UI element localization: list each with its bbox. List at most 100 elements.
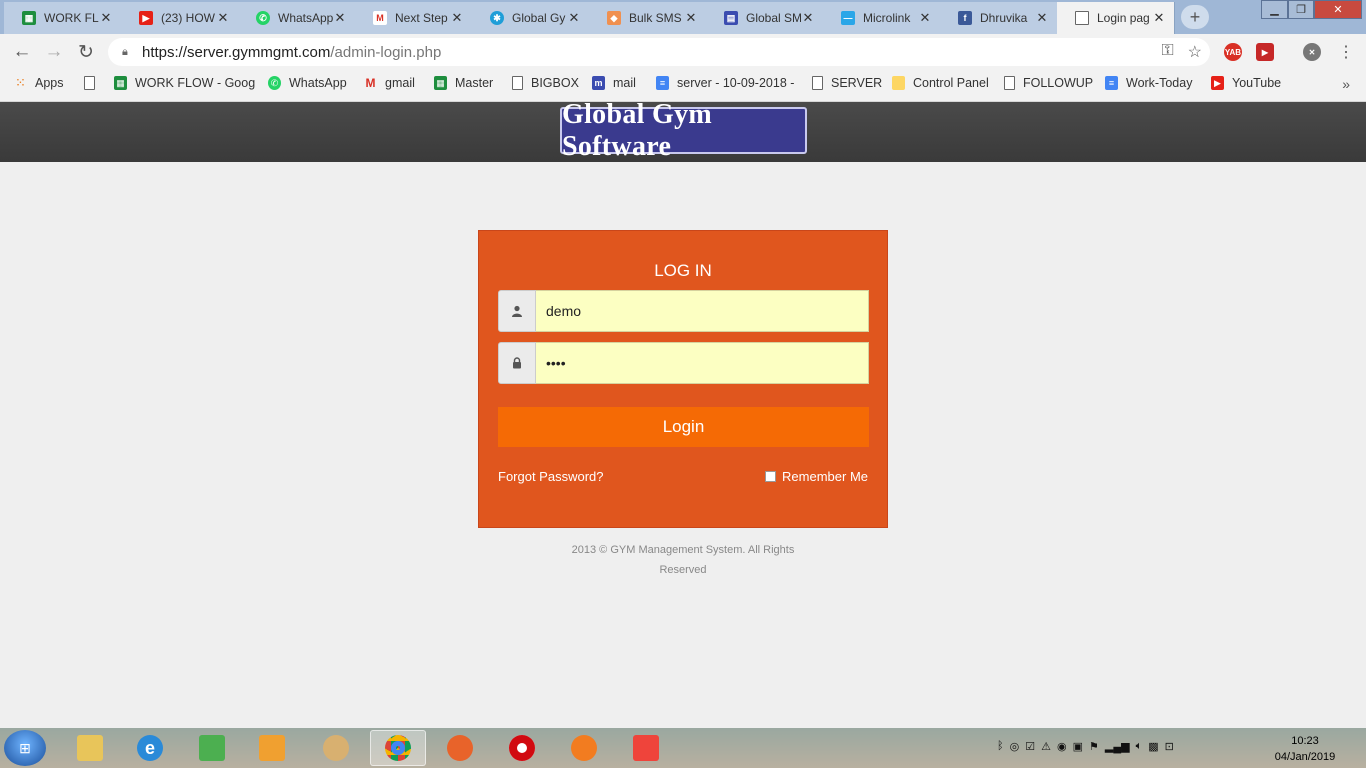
checklist-icon[interactable]: ☑ xyxy=(1025,740,1035,753)
bookmark-label: SERVER xyxy=(831,76,883,90)
page-icon xyxy=(84,76,95,90)
bookmark-gmail[interactable]: M gmail xyxy=(364,76,415,90)
signal-icon[interactable]: ▂▄▆ xyxy=(1105,740,1130,753)
paint-icon[interactable] xyxy=(308,730,364,766)
close-tab-icon[interactable]: ✕ xyxy=(99,10,113,26)
bookmark-followup[interactable]: FOLLOWUP xyxy=(1004,76,1093,90)
new-tab-button[interactable]: + xyxy=(1181,5,1209,29)
password-input[interactable]: •••• xyxy=(536,342,869,384)
address-bar[interactable]: 🔒︎ https://server.gymmgmt.com/admin-logi… xyxy=(108,38,1210,66)
bookmark-server[interactable]: SERVER xyxy=(812,76,882,90)
yab-extension-icon[interactable]: YAB xyxy=(1224,43,1242,61)
blocked-extension-icon[interactable]: ✕ xyxy=(1303,43,1321,61)
bookmark-youtube[interactable]: ▶ YouTube xyxy=(1211,76,1281,90)
fast-forward-extension-icon[interactable]: ▶ xyxy=(1256,43,1274,61)
nvidia-icon[interactable]: ▩ xyxy=(1148,740,1158,753)
acrobat-icon[interactable]: ◉ xyxy=(1057,740,1067,753)
maximize-window-button[interactable]: ❐ xyxy=(1288,0,1314,19)
page-icon xyxy=(512,76,523,90)
media-player-icon[interactable] xyxy=(244,730,300,766)
tab-label: Microlink xyxy=(863,11,911,25)
close-tab-icon[interactable]: ✕ xyxy=(1035,10,1049,26)
system-clock[interactable]: 10:23 04/Jan/2019 xyxy=(1266,733,1344,765)
bookmark-server-doc[interactable]: ≡ server - 10-09-2018 - xyxy=(656,76,794,90)
bookmark-work-today[interactable]: ≡ Work-Today xyxy=(1105,76,1192,90)
file-explorer-icon[interactable] xyxy=(62,730,118,766)
bookmark-label: FOLLOWUP xyxy=(1023,76,1094,90)
tab-label: Next Step xyxy=(395,11,448,25)
bookmark-blank-page[interactable] xyxy=(84,76,103,90)
bookmark-apps[interactable]: ⁙ Apps xyxy=(14,75,64,90)
anydesk-icon[interactable] xyxy=(618,730,674,766)
reload-icon[interactable]: ↻ xyxy=(74,40,98,64)
login-button[interactable]: Login xyxy=(498,407,869,447)
forward-arrow-icon[interactable]: → xyxy=(42,40,66,64)
tab-bulk-sms[interactable]: ◆ Bulk SMS ✕ xyxy=(589,2,707,34)
volume-icon[interactable]: 🔈︎ xyxy=(1136,740,1143,753)
tab-global-sms[interactable]: ▤ Global SM ✕ xyxy=(706,2,824,34)
chrome-icon[interactable] xyxy=(370,730,426,766)
opera-icon[interactable] xyxy=(494,730,550,766)
firefox-icon[interactable] xyxy=(432,730,488,766)
close-tab-icon[interactable]: ✕ xyxy=(567,10,581,26)
bookmark-control-panel[interactable]: Control Panel xyxy=(892,76,989,90)
key-icon[interactable]: ⚿ xyxy=(1161,42,1173,62)
network-icon[interactable]: ▣ xyxy=(1073,740,1083,753)
bookmark-label: mail xyxy=(613,76,636,90)
bookmark-mail[interactable]: m mail xyxy=(592,76,636,90)
tab-label: Global Gy xyxy=(512,11,566,25)
flag-icon[interactable]: ⚑ xyxy=(1089,740,1099,753)
apps-grid-icon: ⁙ xyxy=(15,75,26,90)
page-content: LOG IN demo •••• Login Forgot Password? … xyxy=(0,162,1366,728)
close-window-button[interactable]: ✕ xyxy=(1314,0,1362,19)
back-arrow-icon[interactable]: ← xyxy=(10,40,34,64)
close-tab-icon[interactable]: ✕ xyxy=(450,10,464,26)
tab-work-flow[interactable]: ▦ WORK FLO ✕ xyxy=(4,2,122,34)
tab-whatsapp[interactable]: ✆ WhatsApp ✕ xyxy=(238,2,356,34)
bookmark-bigbox[interactable]: BIGBOX xyxy=(512,76,579,90)
bookmark-label: YouTube xyxy=(1232,76,1282,90)
clock-date: 04/Jan/2019 xyxy=(1274,751,1336,763)
tab-microlink[interactable]: — Microlink ✕ xyxy=(823,2,941,34)
page-icon xyxy=(812,76,823,90)
internet-explorer-icon[interactable]: e xyxy=(122,730,178,766)
warning-icon[interactable]: ⚠ xyxy=(1041,740,1051,753)
close-tab-icon[interactable]: ✕ xyxy=(216,10,230,26)
tab-global-gym[interactable]: ✱ Global Gy ✕ xyxy=(472,2,590,34)
note-icon xyxy=(892,76,905,90)
device-icon[interactable]: ⊡ xyxy=(1165,740,1174,753)
remember-me-checkbox[interactable] xyxy=(765,471,777,482)
start-button-icon[interactable]: ⊞ xyxy=(4,730,46,766)
remember-me[interactable]: Remember Me xyxy=(765,469,868,484)
tab-next-step[interactable]: M Next Step ✕ xyxy=(355,2,473,34)
remember-me-label: Remember Me xyxy=(782,469,868,484)
close-tab-icon[interactable]: ✕ xyxy=(333,10,347,26)
bookmark-whatsapp[interactable]: ✆ WhatsApp xyxy=(268,76,347,90)
whatsapp-icon: ✆ xyxy=(256,11,270,25)
username-input[interactable]: demo xyxy=(536,290,869,332)
close-tab-icon[interactable]: ✕ xyxy=(1152,10,1166,26)
bookmark-master[interactable]: ▦ Master xyxy=(434,76,493,90)
tab-youtube-how[interactable]: ▶ (23) HOW ✕ xyxy=(121,2,239,34)
minimize-window-button[interactable]: ▁ xyxy=(1261,0,1288,19)
tab-login-page[interactable]: Login pag ✕ xyxy=(1057,2,1175,34)
docs-icon: ≡ xyxy=(1105,76,1118,90)
more-bookmarks-chevron-icon[interactable]: » xyxy=(1342,76,1350,92)
keyboard-icon: ▤ xyxy=(724,11,738,25)
bookmark-label: Apps xyxy=(35,76,64,90)
close-tab-icon[interactable]: ✕ xyxy=(801,10,815,26)
youtube-icon: ▶ xyxy=(139,11,153,25)
bookmark-label: Master xyxy=(455,76,494,90)
tab-dhruvika[interactable]: f Dhruvika ✕ xyxy=(940,2,1058,34)
close-tab-icon[interactable]: ✕ xyxy=(918,10,932,26)
green-app-icon[interactable] xyxy=(184,730,240,766)
bluetooth-icon[interactable]: ᛒ xyxy=(997,740,1004,753)
bookmark-star-icon[interactable]: ☆ xyxy=(1188,42,1202,62)
menu-kebab-icon[interactable]: ⋮ xyxy=(1334,40,1358,64)
close-tab-icon[interactable]: ✕ xyxy=(684,10,698,26)
bookmark-label: server - 10-09-2018 - xyxy=(677,76,795,90)
bookmark-work-flow[interactable]: ▦ WORK FLOW - Goog xyxy=(114,76,255,90)
sync-icon[interactable]: ◎ xyxy=(1010,740,1020,753)
firefox-alt-icon[interactable] xyxy=(556,730,612,766)
forgot-password-link[interactable]: Forgot Password? xyxy=(498,469,604,484)
